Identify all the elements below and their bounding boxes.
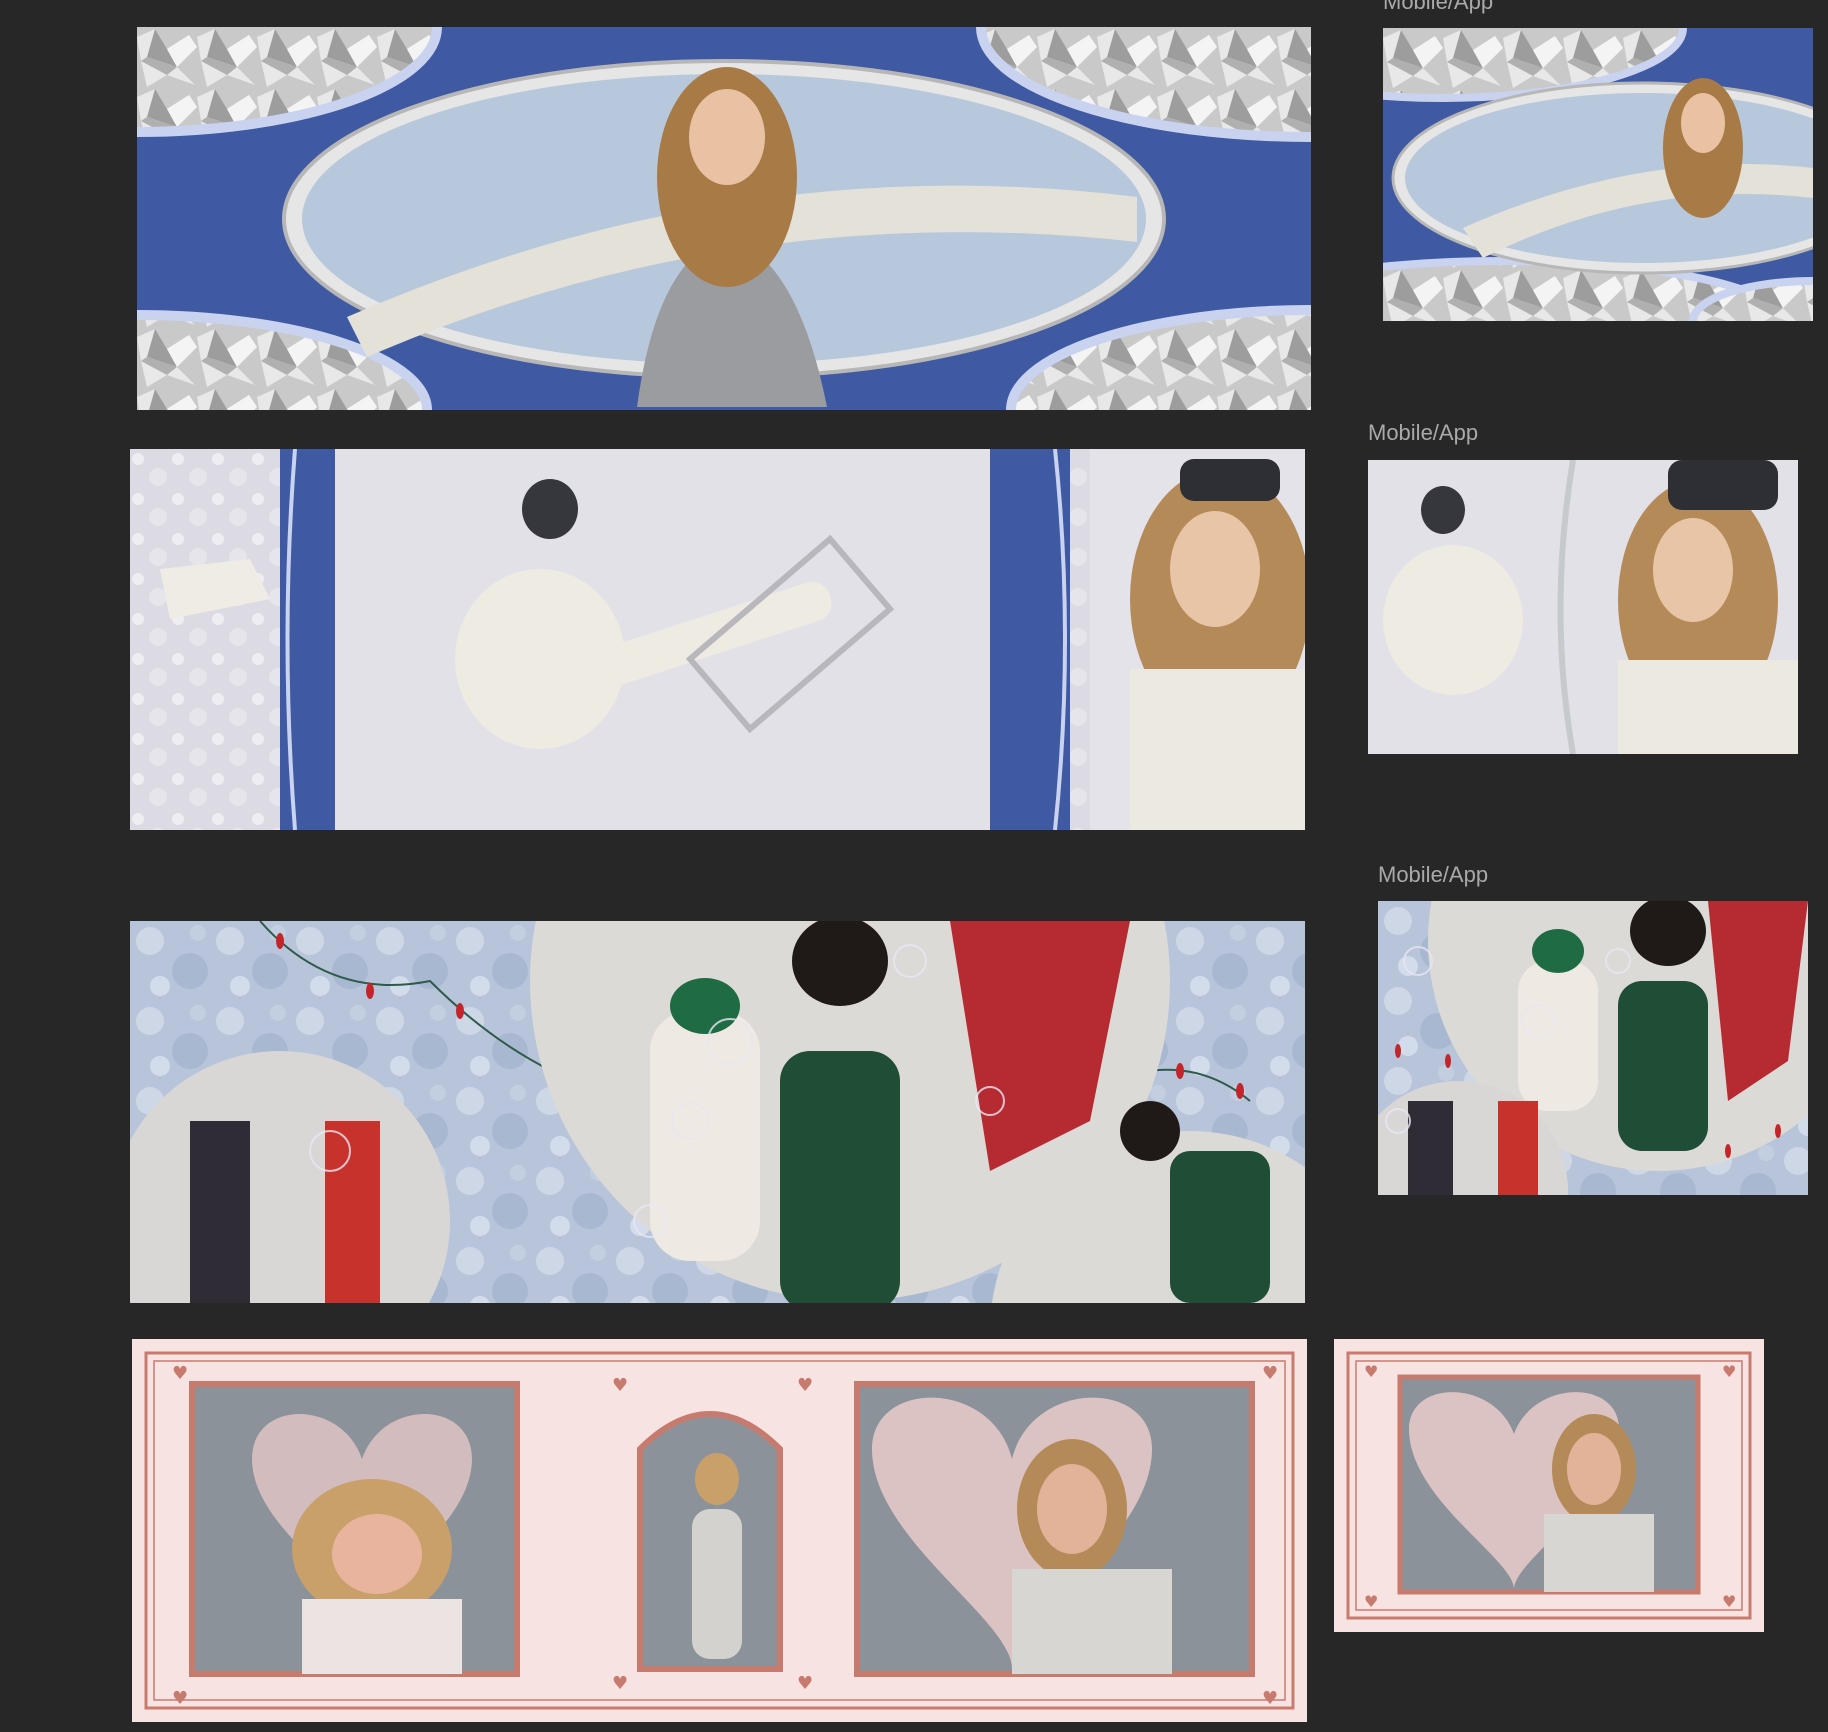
silver-oval-banner-mobile[interactable] xyxy=(1383,28,1813,321)
svg-text:♥: ♥ xyxy=(797,1375,813,1396)
svg-text:♥: ♥ xyxy=(797,1673,813,1694)
svg-text:♥: ♥ xyxy=(1364,1592,1378,1611)
mobile-frame-label: Mobile/App xyxy=(1383,0,1494,14)
svg-text:♥: ♥ xyxy=(1262,1363,1278,1384)
snow-chair-banner-mobile[interactable] xyxy=(1368,460,1798,754)
heart-frame-banner-desktop[interactable]: ♥ ♥ ♥ ♥ ♥ ♥ ♥ ♥ xyxy=(132,1339,1307,1722)
heart-frame-banner-mobile[interactable]: ♥ ♥ ♥ ♥ xyxy=(1334,1339,1764,1632)
svg-text:♥: ♥ xyxy=(172,1688,188,1709)
svg-text:♥: ♥ xyxy=(1722,1592,1736,1611)
silver-oval-banner-desktop[interactable] xyxy=(137,27,1311,410)
mobile-frame-label: Mobile/App xyxy=(1368,420,1479,445)
holiday-lights-banner-mobile[interactable] xyxy=(1378,901,1808,1195)
svg-text:♥: ♥ xyxy=(1722,1362,1736,1381)
svg-text:♥: ♥ xyxy=(1262,1688,1278,1709)
snow-chair-banner-desktop[interactable] xyxy=(130,449,1305,830)
mobile-frame-label: Mobile/App xyxy=(1378,862,1489,887)
svg-text:♥: ♥ xyxy=(612,1375,628,1396)
svg-text:♥: ♥ xyxy=(612,1673,628,1694)
svg-text:♥: ♥ xyxy=(1364,1362,1378,1381)
svg-text:♥: ♥ xyxy=(172,1363,188,1384)
holiday-lights-banner-desktop[interactable] xyxy=(130,921,1305,1303)
